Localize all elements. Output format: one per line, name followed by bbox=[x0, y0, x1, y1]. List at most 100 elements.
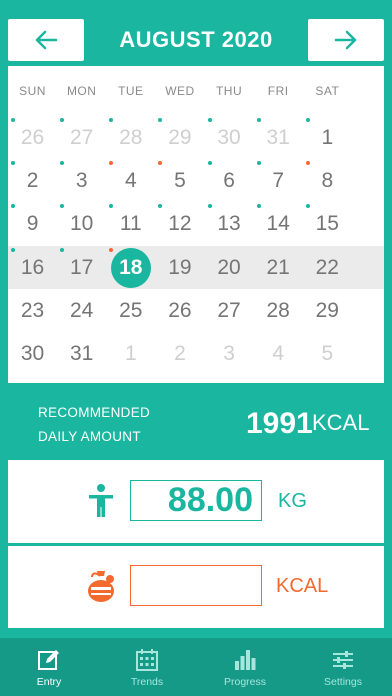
calendar-day[interactable]: 15 bbox=[303, 202, 352, 245]
calendar-day[interactable]: 14 bbox=[254, 202, 303, 245]
entry-dot-indicator bbox=[207, 161, 212, 165]
calendar-day[interactable]: 12 bbox=[155, 202, 204, 245]
calendar-day[interactable]: 21 bbox=[254, 246, 303, 289]
calendar-day[interactable]: 16 bbox=[8, 246, 57, 289]
food-bag-icon bbox=[88, 571, 114, 602]
calendar-day[interactable]: 27 bbox=[205, 289, 254, 332]
header: AUGUST 2020 bbox=[0, 0, 392, 66]
weekday-label: WED bbox=[165, 84, 195, 98]
calendar-day[interactable]: 2 bbox=[155, 332, 204, 375]
weight-panel: 88.00 KG bbox=[8, 460, 384, 543]
tab-progress-label: Progress bbox=[223, 676, 266, 688]
calendar: SUN MON TUE WED THU FRI SAT 26 27 28 29 30 31 1 2 3 4 5 6… bbox=[8, 66, 384, 383]
weight-input[interactable]: 88.00 bbox=[130, 480, 262, 521]
calendar-day[interactable]: 20 bbox=[205, 246, 254, 289]
calendar-day[interactable]: 6 bbox=[205, 159, 254, 202]
calendar-week-row: 9 10 11 12 13 14 15 bbox=[8, 202, 384, 245]
calendar-day[interactable]: 29 bbox=[303, 289, 352, 332]
calendar-day-number: 3 bbox=[223, 341, 235, 365]
weekday-label: SAT bbox=[315, 84, 340, 98]
kcal-input[interactable] bbox=[130, 565, 262, 606]
weekday-header: SUN MON TUE WED THU FRI SAT bbox=[8, 84, 384, 104]
tab-bar: Entry Trends Progress Settings bbox=[0, 638, 392, 696]
calendar-day[interactable]: 10 bbox=[57, 202, 106, 245]
calendar-day-number: 8 bbox=[321, 168, 334, 192]
calendar-day-number: 24 bbox=[70, 298, 94, 322]
entry-dot-indicator bbox=[11, 248, 15, 252]
entry-dot-indicator bbox=[60, 204, 65, 208]
calendar-day-selected[interactable]: 18 bbox=[106, 246, 155, 289]
calendar-day[interactable]: 27 bbox=[57, 116, 106, 159]
arrow-left-icon bbox=[35, 30, 58, 50]
calendar-day[interactable]: 1 bbox=[303, 116, 352, 159]
calendar-day-number: 14 bbox=[266, 211, 290, 235]
calendar-day[interactable]: 8 bbox=[303, 159, 352, 202]
calendar-day[interactable]: 3 bbox=[57, 159, 106, 202]
tab-trends[interactable]: Trends bbox=[98, 638, 196, 696]
calendar-day[interactable]: 25 bbox=[106, 289, 155, 332]
entry-dot-indicator bbox=[305, 161, 310, 165]
entry-dot-indicator bbox=[207, 118, 212, 122]
entry-dot-indicator bbox=[11, 204, 15, 208]
entry-dot-indicator bbox=[207, 204, 212, 208]
entry-dot-indicator bbox=[11, 118, 15, 122]
tab-settings[interactable]: Settings bbox=[294, 638, 392, 696]
recommended-unit: KCAL bbox=[312, 410, 370, 435]
calendar-day[interactable]: 13 bbox=[205, 202, 254, 245]
calendar-day-number: 15 bbox=[315, 211, 339, 235]
previous-month-button[interactable] bbox=[8, 19, 84, 61]
recommended-label: RECOMMENDED DAILY AMOUNT bbox=[38, 401, 158, 449]
calendar-day[interactable]: 23 bbox=[8, 289, 57, 332]
calendar-day[interactable]: 30 bbox=[205, 116, 254, 159]
calendar-day[interactable]: 5 bbox=[155, 159, 204, 202]
calendar-day-number: 6 bbox=[223, 168, 235, 192]
calendar-day[interactable]: 31 bbox=[57, 332, 106, 375]
weekday-label: TUE bbox=[118, 84, 144, 98]
calendar-day[interactable]: 24 bbox=[57, 289, 106, 332]
entry-dot-indicator bbox=[256, 118, 261, 122]
calendar-day[interactable]: 4 bbox=[106, 159, 155, 202]
calendar-day-number: 4 bbox=[272, 341, 285, 365]
calendar-day-number: 22 bbox=[315, 255, 339, 279]
tab-progress[interactable]: Progress bbox=[196, 638, 294, 696]
calendar-day[interactable]: 4 bbox=[254, 332, 303, 375]
calendar-week-row: 23 24 25 26 27 28 29 bbox=[8, 289, 384, 332]
calendar-day[interactable]: 29 bbox=[155, 116, 204, 159]
kcal-panel: KCAL bbox=[8, 546, 384, 628]
calendar-day-number: 19 bbox=[168, 255, 192, 279]
calendar-day[interactable]: 2 bbox=[8, 159, 57, 202]
calendar-day[interactable]: 28 bbox=[106, 116, 155, 159]
calendar-day[interactable]: 31 bbox=[254, 116, 303, 159]
calendar-week-row: 2 3 4 5 6 7 8 bbox=[8, 159, 384, 202]
tab-entry[interactable]: Entry bbox=[0, 638, 98, 696]
calendar-day[interactable]: 26 bbox=[155, 289, 204, 332]
calendar-day[interactable]: 11 bbox=[106, 202, 155, 245]
recommended-label-line1: RECOMMENDED bbox=[38, 405, 151, 420]
calendar-day-number: 21 bbox=[266, 255, 290, 279]
calendar-day[interactable]: 17 bbox=[57, 246, 106, 289]
calendar-day-number: 11 bbox=[119, 211, 142, 235]
calendar-day-number: 18 bbox=[110, 247, 151, 288]
calendar-day[interactable]: 5 bbox=[303, 332, 352, 375]
weekday-label: MON bbox=[66, 84, 97, 98]
calendar-day[interactable]: 3 bbox=[205, 332, 254, 375]
calendar-day[interactable]: 30 bbox=[8, 332, 57, 375]
entry-dot-indicator bbox=[109, 204, 114, 208]
entry-dot-indicator bbox=[305, 204, 310, 208]
calendar-day[interactable]: 26 bbox=[8, 116, 57, 159]
entry-dot-indicator bbox=[60, 118, 65, 122]
calendar-day[interactable]: 1 bbox=[106, 332, 155, 375]
entry-dot-indicator bbox=[158, 118, 163, 122]
calendar-day-number: 9 bbox=[26, 211, 39, 235]
calendar-day-number: 16 bbox=[20, 255, 45, 279]
calendar-day-number: 13 bbox=[217, 211, 241, 235]
calendar-day[interactable]: 28 bbox=[254, 289, 303, 332]
calendar-day[interactable]: 19 bbox=[155, 246, 204, 289]
calendar-day[interactable]: 22 bbox=[303, 246, 352, 289]
calendar-day-number: 1 bbox=[124, 341, 137, 365]
arrow-right-icon bbox=[334, 30, 357, 50]
next-month-button[interactable] bbox=[308, 19, 384, 61]
calendar-day[interactable]: 9 bbox=[8, 202, 57, 245]
calendar-day[interactable]: 7 bbox=[254, 159, 303, 202]
month-title: AUGUST 2020 bbox=[119, 27, 273, 52]
